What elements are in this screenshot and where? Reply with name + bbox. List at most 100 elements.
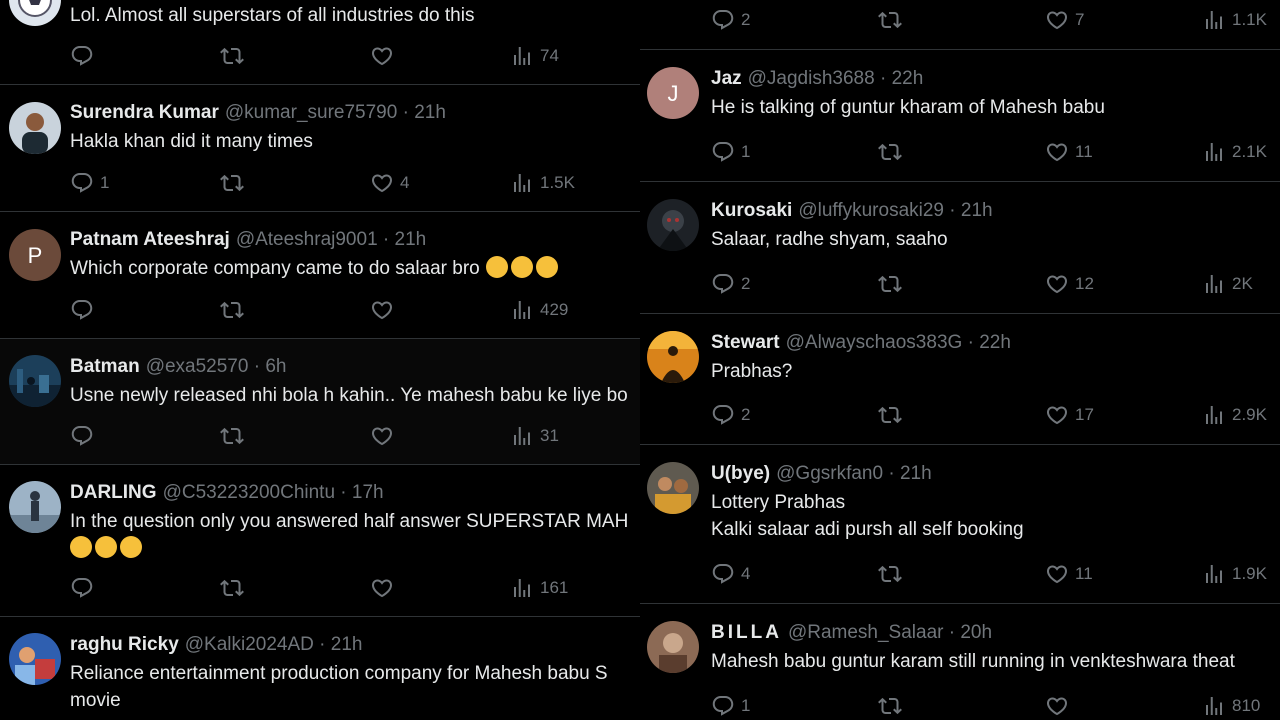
reply-button[interactable]: 2 — [711, 271, 750, 297]
views-button[interactable]: 1.9K — [1202, 561, 1267, 587]
reply-button[interactable]: 1 — [711, 139, 750, 165]
timestamp[interactable]: 21h — [395, 229, 427, 250]
avatar[interactable] — [9, 355, 61, 407]
like-button[interactable]: 7 — [1045, 7, 1084, 33]
tweet-card[interactable]: Batman @exa52570 · 6h Usne newly released … — [0, 339, 640, 465]
repost-button[interactable] — [878, 561, 908, 587]
avatar[interactable]: J — [647, 67, 699, 119]
tweet-card[interactable]: raghu Ricky @Kalki2024AD · 21h Reliance en… — [0, 617, 640, 720]
like-button[interactable] — [370, 423, 400, 449]
like-button[interactable] — [370, 43, 400, 69]
views-button[interactable]: 1.1K — [1202, 7, 1267, 33]
timestamp[interactable]: 6h — [265, 356, 286, 377]
views-button[interactable]: 31 — [510, 423, 559, 449]
views-button[interactable]: 74 — [510, 43, 559, 69]
tweet-card[interactable]: J Jaz @Jagdish3688 · 22h He is talking of g… — [640, 50, 1280, 182]
avatar[interactable] — [9, 481, 61, 533]
repost-button[interactable] — [878, 693, 908, 719]
avatar[interactable] — [647, 621, 699, 673]
repost-button[interactable] — [220, 423, 250, 449]
like-button[interactable] — [1045, 693, 1075, 719]
handle[interactable]: @C53223200Chintu — [163, 482, 335, 503]
reply-button[interactable] — [70, 297, 100, 323]
views-button[interactable]: 2.1K — [1202, 139, 1267, 165]
handle[interactable]: @Jagdish3688 — [748, 68, 875, 89]
handle[interactable]: @luffykurosaki29 — [798, 200, 944, 221]
display-name[interactable]: Batman — [70, 356, 140, 377]
timestamp[interactable]: 21h — [961, 200, 993, 221]
handle[interactable]: @kumar_sure75790 — [225, 102, 397, 123]
views-button[interactable]: 2.9K — [1202, 402, 1267, 428]
repost-button[interactable] — [220, 43, 250, 69]
display-name[interactable]: raghu Ricky — [70, 634, 179, 655]
repost-button[interactable] — [220, 575, 250, 601]
tweet-card[interactable]: Kurosaki @luffykurosaki29 · 21h Salaar, ra… — [640, 182, 1280, 314]
display-name[interactable]: Patnam Ateeshraj — [70, 229, 230, 250]
like-button[interactable] — [370, 575, 400, 601]
like-button[interactable]: 4 — [370, 170, 409, 196]
like-button[interactable]: 11 — [1045, 561, 1093, 587]
tweet-card[interactable]: Lol. Almost all superstars of all indust… — [0, 0, 640, 85]
display-name[interactable]: Jaz — [711, 68, 742, 89]
handle[interactable]: @Ggsrkfan0 — [776, 463, 883, 484]
display-name[interactable]: Kurosaki — [711, 200, 792, 221]
avatar[interactable] — [647, 199, 699, 251]
handle[interactable]: @Alwayschaos383G — [786, 332, 963, 353]
display-name[interactable]: Stewart — [711, 332, 780, 353]
repost-button[interactable] — [878, 271, 908, 297]
timestamp[interactable]: 21h — [414, 102, 446, 123]
like-button[interactable]: 17 — [1045, 402, 1094, 428]
avatar[interactable] — [9, 633, 61, 685]
reply-button[interactable]: 2 — [711, 7, 750, 33]
reply-button[interactable] — [70, 423, 100, 449]
timestamp[interactable]: 21h — [331, 634, 363, 655]
like-button[interactable]: 11 — [1045, 139, 1093, 165]
repost-button[interactable] — [220, 170, 250, 196]
tweet-card[interactable]: DARLING @C53223200Chintu · 17h In the ques… — [0, 465, 640, 617]
tweet-card[interactable]: U(bye) @Ggsrkfan0 · 21h Lottery Prabhas Kal… — [640, 445, 1280, 604]
tweet-card[interactable]: Surendra Kumar @kumar_sure75790 · 21h Hakl… — [0, 85, 640, 212]
display-name[interactable]: Surendra Kumar — [70, 102, 219, 123]
tweet-card[interactable]: Stewart @Alwayschaos383G · 22h Prabhas? 2 17… — [640, 314, 1280, 445]
tweet-header: Batman @exa52570 · 6h — [70, 355, 286, 379]
like-button[interactable] — [370, 297, 400, 323]
timestamp[interactable]: 17h — [352, 482, 384, 503]
reply-button[interactable] — [70, 575, 100, 601]
reply-button[interactable]: 2 — [711, 402, 750, 428]
tweet-card[interactable]: BILLA @Ramesh_Salaar · 20h Mahesh babu gun… — [640, 604, 1280, 720]
display-name[interactable]: DARLING — [70, 482, 157, 503]
handle[interactable]: @Ramesh_Salaar — [788, 622, 944, 643]
timestamp[interactable]: 22h — [979, 332, 1011, 353]
views-button[interactable]: 2K — [1202, 271, 1253, 297]
handle[interactable]: @Ateeshraj9001 — [236, 229, 378, 250]
handle[interactable]: @exa52570 — [146, 356, 249, 377]
timestamp[interactable]: 22h — [892, 68, 924, 89]
avatar[interactable] — [647, 331, 699, 383]
avatar[interactable] — [9, 0, 61, 26]
timestamp[interactable]: 21h — [900, 463, 932, 484]
avatar-letter: P — [28, 243, 43, 268]
avatar[interactable]: P — [9, 229, 61, 281]
views-button[interactable]: 161 — [510, 575, 568, 601]
display-name[interactable]: BILLA — [711, 622, 782, 643]
views-button[interactable]: 429 — [510, 297, 568, 323]
repost-button[interactable] — [878, 7, 908, 33]
views-button[interactable]: 810 — [1202, 693, 1260, 719]
handle[interactable]: @Kalki2024AD — [185, 634, 314, 655]
like-button[interactable]: 12 — [1045, 271, 1094, 297]
display-name[interactable]: U(bye) — [711, 463, 770, 484]
timestamp[interactable]: 20h — [960, 622, 992, 643]
avatar[interactable] — [9, 102, 61, 154]
repost-button[interactable] — [220, 297, 250, 323]
tweet-card[interactable]: 2 7 1.1K — [640, 0, 1280, 50]
repost-button[interactable] — [878, 139, 908, 165]
reply-button[interactable]: 1 — [711, 693, 750, 719]
reply-button[interactable]: 4 — [711, 561, 750, 587]
tweet-card[interactable]: P Patnam Ateeshraj @Ateeshraj9001 · 21h Whi… — [0, 212, 640, 339]
views-button[interactable]: 1.5K — [510, 170, 575, 196]
views-count: 1.5K — [540, 173, 575, 192]
repost-button[interactable] — [878, 402, 908, 428]
reply-button[interactable]: 1 — [70, 170, 109, 196]
avatar[interactable] — [647, 462, 699, 514]
reply-button[interactable] — [70, 43, 100, 69]
